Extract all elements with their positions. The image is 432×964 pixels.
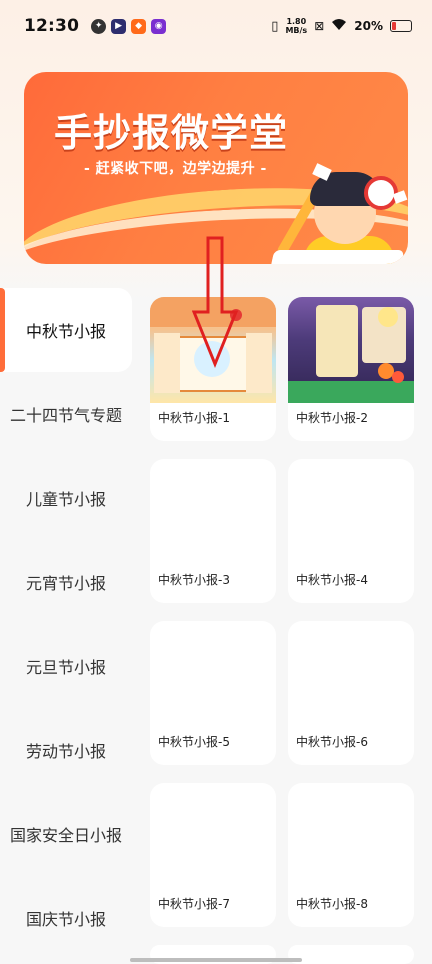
sidebar-item-lantern-festival[interactable]: 元宵节小报 xyxy=(0,540,132,624)
sidebar-item-security-day[interactable]: 国家安全日小报 xyxy=(0,792,132,876)
newsletter-card[interactable]: 中秋节小报-3 xyxy=(150,459,276,603)
status-time: 12:30 xyxy=(24,16,80,36)
leaf-app-icon: ✦ xyxy=(91,18,107,34)
sidebar-item-national-day[interactable]: 国庆节小报 xyxy=(0,876,132,960)
sidebar-item-mid-autumn[interactable]: 中秋节小报 xyxy=(0,288,132,372)
newsletter-card[interactable]: 中秋节小报-2 xyxy=(288,297,414,441)
orange-app-icon: ◆ xyxy=(131,18,147,34)
card-label: 中秋节小报-5 xyxy=(158,735,230,749)
banner-title: 手抄报微学堂 xyxy=(54,111,289,155)
newsletter-card[interactable] xyxy=(288,945,414,964)
notification-icons: ✦ ▶ ◆ ◉ xyxy=(91,18,167,34)
card-label: 中秋节小报-4 xyxy=(296,573,368,587)
video-app-icon: ▶ xyxy=(111,18,127,34)
book-illustration xyxy=(269,250,405,264)
vibrate-icon: ▯ xyxy=(271,18,279,34)
card-label: 中秋节小报-7 xyxy=(158,897,230,911)
card-label: 中秋节小报-6 xyxy=(296,735,368,749)
sidebar-item-new-year[interactable]: 元旦节小报 xyxy=(0,624,132,708)
card-label: 中秋节小报-3 xyxy=(158,573,230,587)
net-speed: 1.80 MB/s xyxy=(285,17,308,35)
newsletter-thumbnail xyxy=(288,297,414,403)
newsletter-card[interactable]: 中秋节小报-7 xyxy=(150,783,276,927)
card-label: 中秋节小报-8 xyxy=(296,897,368,911)
sidebar-item-childrens-day[interactable]: 儿童节小报 xyxy=(0,456,132,540)
home-indicator[interactable] xyxy=(130,958,302,962)
status-right: ▯ 1.80 MB/s ⊠ 20% xyxy=(271,17,412,35)
newsletter-card[interactable]: 中秋节小报-5 xyxy=(150,621,276,765)
category-sidebar: 中秋节小报 二十四节气专题 儿童节小报 元宵节小报 元旦节小报 劳动节小报 国家… xyxy=(0,288,138,964)
red-arrow-indicator xyxy=(192,236,239,368)
battery-percent: 20% xyxy=(354,19,383,33)
paper-scrap-illustration-2 xyxy=(392,190,408,204)
battery-icon xyxy=(390,20,412,32)
sidebar-item-solar-terms[interactable]: 二十四节气专题 xyxy=(0,372,132,456)
banner-subtitle: - 赶紧收下吧，边学边提升 - xyxy=(84,161,267,177)
card-label: 中秋节小报-1 xyxy=(158,411,230,425)
purple-app-icon: ◉ xyxy=(151,18,167,34)
newsletter-card[interactable]: 中秋节小报-4 xyxy=(288,459,414,603)
newsletter-card[interactable]: 中秋节小报-6 xyxy=(288,621,414,765)
sim-off-icon: ⊠ xyxy=(314,19,325,33)
sidebar-item-labor-day[interactable]: 劳动节小报 xyxy=(0,708,132,792)
status-bar: 12:30 ✦ ▶ ◆ ◉ ▯ 1.80 MB/s ⊠ 20% xyxy=(0,0,432,52)
wifi-icon xyxy=(331,18,347,34)
card-label: 中秋节小报-2 xyxy=(296,411,368,425)
newsletter-card[interactable]: 中秋节小报-8 xyxy=(288,783,414,927)
